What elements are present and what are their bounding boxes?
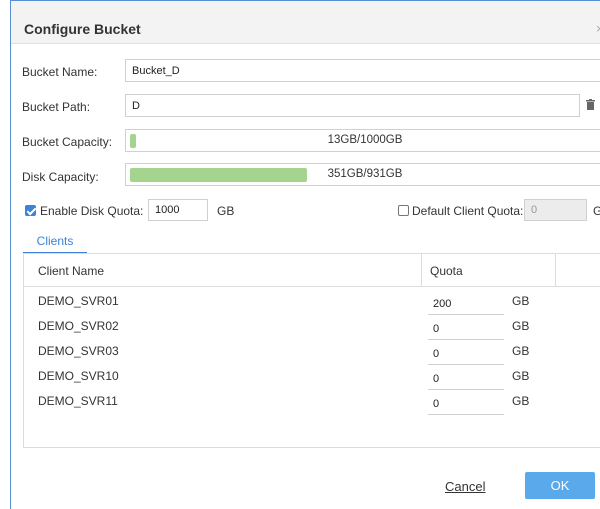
quota-unit: GB (512, 294, 530, 308)
client-name: DEMO_SVR10 (38, 369, 119, 383)
disk-quota-input[interactable]: 1000 (148, 199, 208, 221)
dialog-title: Configure Bucket (24, 21, 141, 37)
ok-button[interactable]: OK (525, 472, 595, 499)
bucket-name-input[interactable]: Bucket_D (125, 59, 600, 82)
client-name: DEMO_SVR02 (38, 319, 119, 333)
column-divider (421, 254, 422, 287)
column-header-client-name[interactable]: Client Name (38, 264, 104, 278)
column-header-quota[interactable]: Quota (430, 264, 463, 278)
quota-unit: GB (512, 394, 530, 408)
default-client-quota-label: Default Client Quota: (412, 204, 524, 218)
bucket-capacity-bar: 13GB/1000GB (125, 129, 600, 152)
bucket-path-input[interactable]: D (125, 94, 580, 117)
tab-clients[interactable]: Clients (23, 234, 87, 254)
quota-input[interactable]: 0 (428, 394, 504, 415)
bucket-capacity-text: 13GB/1000GB (327, 134, 403, 146)
enable-disk-quota-checkbox[interactable] (25, 205, 36, 216)
quota-unit: GB (512, 319, 530, 333)
quota-unit: GB (512, 369, 530, 383)
disk-capacity-label: Disk Capacity: (22, 170, 99, 184)
default-client-quota-input: 0 (524, 199, 587, 221)
trash-icon[interactable] (586, 99, 595, 110)
table-row: DEMO_SVR02 0 GB (24, 315, 600, 340)
bucket-capacity-label: Bucket Capacity: (22, 135, 113, 149)
table-row: DEMO_SVR10 0 GB (24, 365, 600, 390)
cancel-button[interactable]: Cancel (445, 479, 485, 494)
disk-capacity-text: 351GB/931GB (327, 168, 403, 180)
close-icon[interactable]: × (596, 21, 600, 36)
quota-unit: GB (512, 344, 530, 358)
default-client-quota-checkbox[interactable] (398, 205, 409, 216)
quota-input[interactable]: 0 (428, 369, 504, 390)
quota-input[interactable]: 200 (428, 294, 504, 315)
quota-input[interactable]: 0 (428, 344, 504, 365)
client-name: DEMO_SVR11 (38, 394, 118, 408)
table-row: DEMO_SVR01 200 GB (24, 290, 600, 315)
bucket-name-label: Bucket Name: (22, 65, 98, 79)
configure-bucket-dialog: Configure Bucket × Bucket Name: Bucket_D… (10, 0, 600, 509)
client-name: DEMO_SVR03 (38, 344, 119, 358)
enable-disk-quota-label: Enable Disk Quota: (40, 204, 144, 218)
disk-capacity-bar: 351GB/931GB (125, 163, 600, 186)
quota-input[interactable]: 0 (428, 319, 504, 340)
dialog-titlebar: Configure Bucket × (11, 1, 600, 44)
column-divider (555, 254, 556, 287)
default-client-quota-unit: G (593, 204, 600, 218)
table-row: DEMO_SVR11 0 GB (24, 390, 600, 415)
clients-table: Client Name Quota DEMO_SVR01 200 GB DEMO… (23, 253, 600, 448)
bucket-path-label: Bucket Path: (22, 100, 91, 114)
client-name: DEMO_SVR01 (38, 294, 119, 308)
table-row: DEMO_SVR03 0 GB (24, 340, 600, 365)
disk-quota-unit: GB (217, 204, 235, 218)
table-header: Client Name Quota (24, 254, 600, 287)
